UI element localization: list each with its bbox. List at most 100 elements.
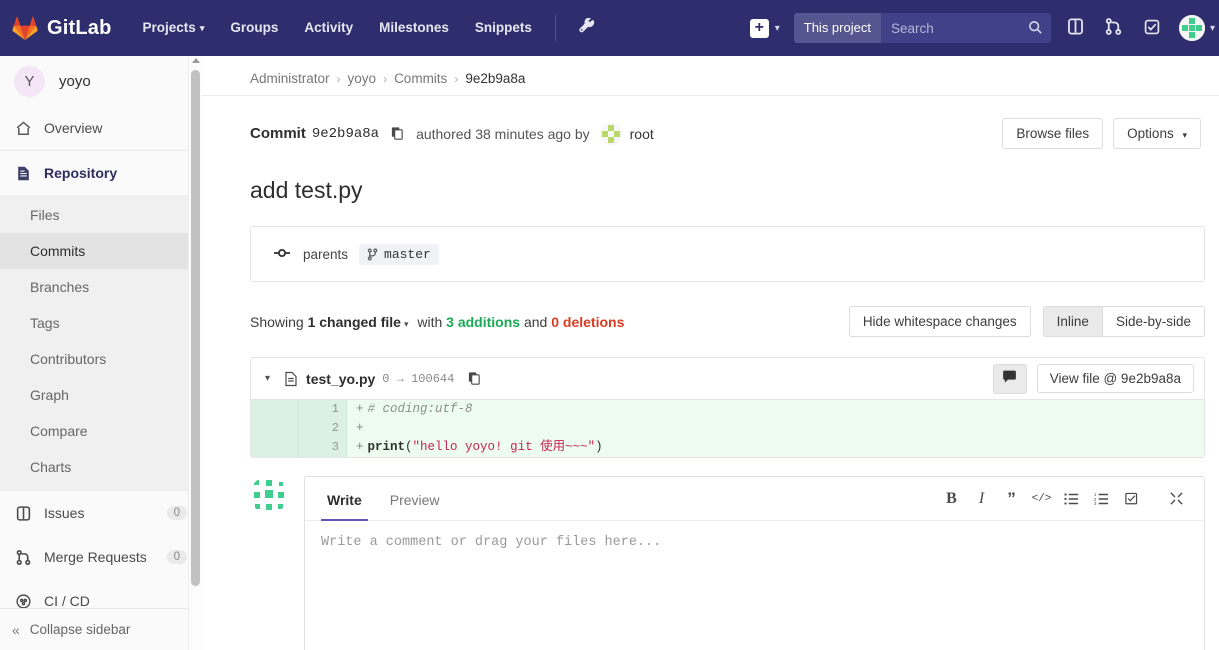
comment-box: Write Preview B I ” </> 1 2 3 Write a co…	[304, 476, 1205, 650]
nav-milestones[interactable]: Milestones	[366, 0, 462, 56]
fullscreen-icon[interactable]	[1163, 485, 1190, 512]
nav-activity[interactable]: Activity	[291, 0, 366, 56]
tab-write[interactable]: Write	[321, 477, 368, 521]
parents-label: parents	[303, 246, 349, 262]
side-by-side-view-button[interactable]: Side-by-side	[1101, 306, 1205, 337]
copy-icon[interactable]	[390, 126, 405, 141]
options-button[interactable]: Options ▾	[1113, 118, 1201, 149]
diff-new-line-number: 1	[299, 400, 347, 419]
sidebar-subitem-charts[interactable]: Charts	[0, 449, 201, 485]
breadcrumb-item-project[interactable]: yoyo	[348, 71, 377, 86]
identicon-avatar	[250, 476, 288, 514]
numbered-list-icon[interactable]: 1 2 3	[1088, 485, 1115, 512]
breadcrumb-item-administrator[interactable]: Administrator	[250, 71, 330, 86]
scroll-up-arrow-icon[interactable]	[192, 58, 200, 63]
authored-text: authored 38 minutes ago by	[416, 125, 590, 142]
sidebar-subitem-tags[interactable]: Tags	[0, 305, 201, 341]
commit-meta-row: Commit 9e2b9a8a authored 38 minutes ago …	[202, 96, 1219, 149]
new-item-button[interactable]: + ▾	[740, 18, 786, 38]
italic-icon[interactable]: I	[968, 485, 995, 512]
sidebar-item-merge-requests-label: Merge Requests	[44, 549, 147, 565]
breadcrumb-item-sha[interactable]: 9e2b9a8a	[465, 71, 525, 86]
sidebar-project-header[interactable]: Y yoyo	[0, 56, 201, 106]
sidebar-item-ci-cd-label: CI / CD	[44, 593, 90, 609]
author-avatar[interactable]	[599, 122, 622, 145]
diff-line[interactable]: 3 + print("hello yoyo! git 使用~~~")	[251, 438, 1204, 457]
comment-toolbar: B I ” </> 1 2 3	[935, 485, 1190, 512]
chevron-down-icon[interactable]: ▾	[265, 373, 270, 384]
file-icon	[284, 371, 298, 387]
sidebar-subitem-commits[interactable]: Commits	[0, 233, 201, 269]
code-icon[interactable]: </>	[1028, 485, 1055, 512]
sidebar-item-issues[interactable]: Issues 0	[0, 491, 201, 535]
gitlab-logo-link[interactable]: GitLab	[0, 0, 130, 56]
view-file-button[interactable]: View file @ 9e2b9a8a	[1036, 364, 1194, 393]
diff-file-mode: 0 → 100644	[382, 371, 455, 386]
comment-textarea[interactable]	[305, 521, 1204, 650]
collapse-sidebar-button[interactable]: « Collapse sidebar	[0, 608, 201, 650]
inline-view-button[interactable]: Inline	[1042, 306, 1103, 337]
nav-snippets[interactable]: Snippets	[462, 0, 545, 56]
sidebar-subitem-branches[interactable]: Branches	[0, 269, 201, 305]
tab-preview[interactable]: Preview	[384, 477, 446, 521]
breadcrumb-separator: ›	[383, 71, 388, 86]
diff-line-text: # coding:utf-8	[367, 402, 473, 416]
search-input-wrapper	[880, 13, 1051, 43]
sidebar-item-issues-label: Issues	[44, 505, 85, 521]
commit-sha: 9e2b9a8a	[311, 125, 380, 142]
add-comment-button[interactable]	[992, 363, 1027, 394]
diff-line-content: +	[347, 419, 1204, 438]
hide-whitespace-changes-button[interactable]: Hide whitespace changes	[848, 306, 1031, 337]
author-name[interactable]: root	[630, 126, 654, 142]
comment-form-area: Write Preview B I ” </> 1 2 3 Write a co…	[250, 476, 1205, 650]
project-sidebar: Y yoyo Overview Repository Files Commits…	[0, 56, 202, 650]
branch-badge[interactable]: master	[359, 243, 439, 265]
nav-projects-label: Projects	[142, 20, 196, 35]
sidebar-item-overview[interactable]: Overview	[0, 106, 201, 150]
plus-icon: +	[749, 18, 769, 38]
diff-file-name[interactable]: test_yo.py	[306, 371, 375, 387]
user-avatar[interactable]	[1178, 15, 1205, 41]
breadcrumb-separator: ›	[336, 71, 341, 86]
chevron-down-icon[interactable]: ▾	[1210, 23, 1215, 34]
sidebar-repository-submenu: Files Commits Branches Tags Contributors…	[0, 195, 201, 491]
search-scope-badge[interactable]: This project	[793, 13, 881, 43]
sidebar-subitem-graph[interactable]: Graph	[0, 377, 201, 413]
admin-area-link[interactable]	[566, 17, 607, 38]
chevron-down-icon[interactable]: ▾	[404, 319, 409, 329]
todos-icon	[1143, 18, 1161, 39]
commit-node-icon	[273, 246, 293, 262]
diff-line[interactable]: 2 +	[251, 419, 1204, 438]
browse-files-button[interactable]: Browse files	[1002, 118, 1104, 149]
sidebar-subitem-contributors[interactable]: Contributors	[0, 341, 201, 377]
sidebar-subitem-compare[interactable]: Compare	[0, 413, 201, 449]
sidebar-subitem-files[interactable]: Files	[0, 197, 201, 233]
nav-projects[interactable]: Projects ▾	[130, 0, 218, 56]
sidebar-scrollbar-thumb[interactable]	[191, 70, 200, 586]
showing-label: Showing	[250, 313, 304, 330]
diff-file-header: ▾ test_yo.py 0 → 100644 View file @ 9e2b…	[251, 358, 1204, 400]
bold-icon[interactable]: B	[938, 485, 965, 512]
commit-title: add test.py	[250, 177, 363, 203]
project-name: yoyo	[59, 72, 91, 90]
issues-count-badge: 0	[166, 506, 187, 520]
bullet-list-icon[interactable]	[1058, 485, 1085, 512]
copy-icon[interactable]	[467, 371, 482, 386]
sidebar-item-repository[interactable]: Repository	[0, 151, 201, 195]
changed-files-dropdown[interactable]: 1 changed file	[308, 314, 401, 330]
diff-line[interactable]: 1 + # coding:utf-8	[251, 400, 1204, 419]
task-list-icon[interactable]	[1118, 485, 1145, 512]
diff-line-sign: +	[356, 440, 364, 454]
sidebar-scrollbar[interactable]	[188, 56, 202, 650]
diff-summary-text: Showing 1 changed file ▾ with 3 additions…	[250, 314, 624, 330]
breadcrumb-item-commits[interactable]: Commits	[394, 71, 447, 86]
sidebar-item-merge-requests[interactable]: Merge Requests 0	[0, 535, 201, 579]
diff-line-close-paren: )	[595, 440, 603, 454]
quote-icon[interactable]: ”	[998, 485, 1025, 512]
nav-groups[interactable]: Groups	[217, 0, 291, 56]
nav-todos-icon-button[interactable]	[1133, 0, 1171, 56]
with-label: with	[417, 313, 443, 330]
search-input[interactable]	[880, 13, 1051, 43]
nav-issues-icon-button[interactable]	[1057, 0, 1095, 56]
nav-merge-requests-icon-button[interactable]	[1095, 0, 1133, 56]
